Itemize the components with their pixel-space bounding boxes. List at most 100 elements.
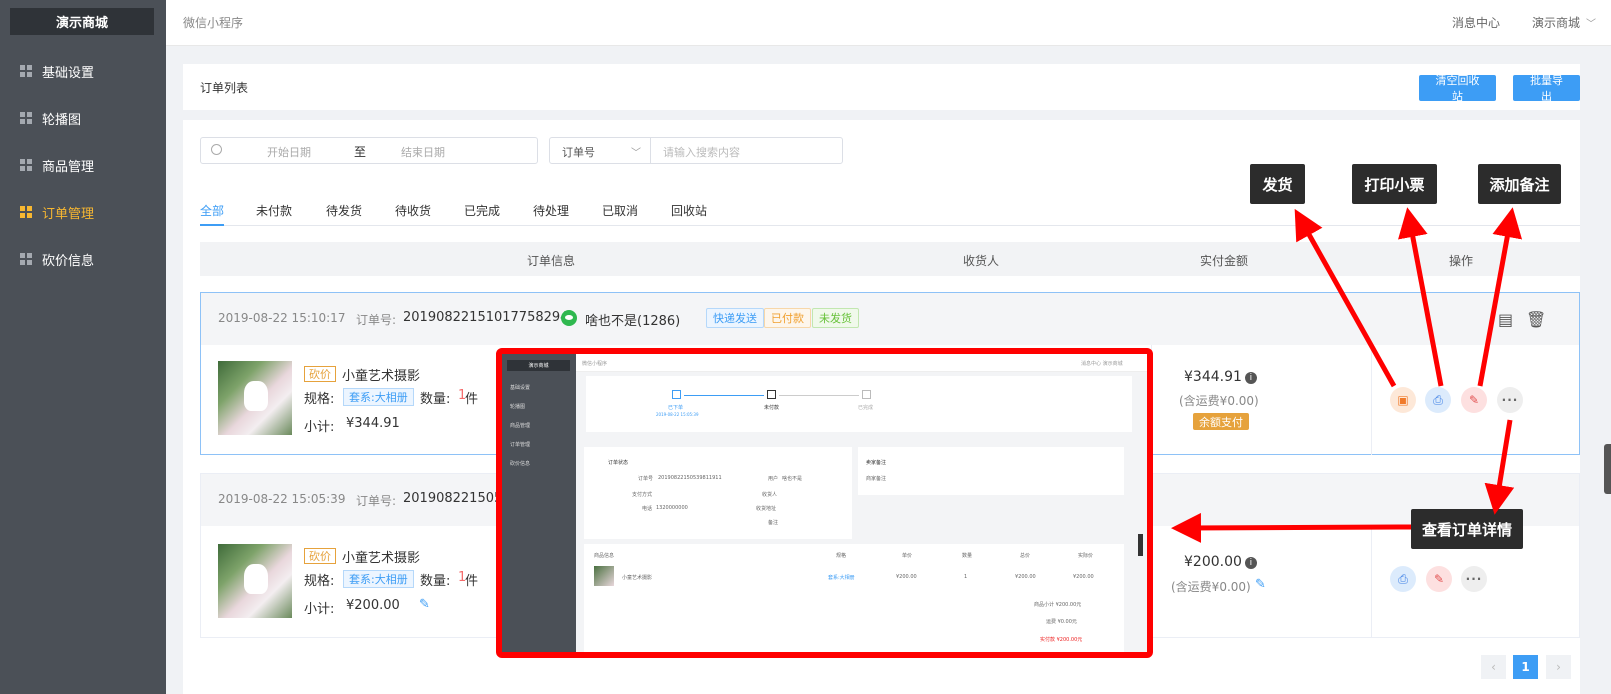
page-header: 订单列表 清空回收站 批量导出 [183,64,1580,110]
search-input[interactable]: 请输入搜索内容 [650,137,843,164]
sidebar-item-label: 商品管理 [42,159,95,175]
tab-completed[interactable]: 已完成 [464,202,500,219]
preview-top-right: 消息中心 演示商城 [1081,361,1123,367]
tab-recycle[interactable]: 回收站 [671,202,707,219]
shipping-fee: (含运费¥0.00) [1171,580,1251,594]
preview-sidebar: 演示商城 基础设置 轮播图 商品管理 订单管理 砍价信息 [502,354,576,652]
buyer-name[interactable]: 啥也不是(1286) [585,310,680,329]
top-bar: 微信小程序 消息中心 演示商城 ﹀ [166,0,1611,46]
paid-amount-value: ¥200.00 [1184,554,1242,570]
preview-remark-title: 卖家备注 [866,460,887,466]
delivery-type-badge: 快递发送 [706,308,764,328]
comment-icon[interactable]: ✎ [1461,387,1487,413]
tab-cancelled[interactable]: 已取消 [602,202,638,219]
chevron-down-icon: ﹀ [1586,19,1597,30]
start-date-input[interactable]: 开始日期 [267,144,311,160]
grid-icon [20,65,32,77]
callout-note: 添加备注 [1478,164,1561,204]
order-time: 2019-08-22 15:05:39 [218,492,346,506]
search-field-select[interactable]: 订单号 ﹀ [549,137,651,164]
preview-scrollbar [1138,534,1143,556]
message-center-link[interactable]: 消息中心 [1452,14,1500,31]
user-menu[interactable]: 演示商城 ﹀ [1532,14,1596,31]
col-amount: 实付金额 [1200,254,1249,268]
preview-paid: 实付款 ¥200.00元 [1040,637,1083,643]
preview-remark-card: 卖家备注 商家备注 [858,447,1124,495]
subtotal-label: 小计: [304,420,335,435]
spec-label: 规格: [304,574,335,589]
product-image [218,361,292,435]
sidebar-item-orders[interactable]: 订单管理 [0,192,166,232]
brand-logo[interactable]: 演示商城 [10,8,154,35]
qty-label: 数量: [420,392,451,407]
callout-ship: 发货 [1250,164,1305,204]
preview-remark-label: 商家备注 [866,476,887,482]
product-name[interactable]: 小童艺术摄影 [342,547,420,566]
sidebar-item-carousel[interactable]: 轮播图 [0,98,166,138]
order-no: 20190822151017758294 [403,310,569,325]
page-1-button[interactable]: 1 [1513,655,1538,679]
col-order-info: 订单信息 [527,254,576,268]
preview-value: 啥也不是 [782,476,803,482]
end-date-input[interactable]: 结束日期 [401,144,445,160]
comment-icon[interactable]: ✎ [1426,566,1452,592]
export-button[interactable]: 批量导出 [1513,75,1580,103]
more-icon[interactable]: ··· [1497,387,1523,413]
tab-to-ship[interactable]: 待发货 [326,202,362,219]
edit-fee-icon[interactable]: ✎ [1255,577,1266,592]
preview-step-label: 未付款 [764,405,780,411]
preview-step-line [779,395,859,396]
trash-icon[interactable]: 🗑 [1526,310,1546,329]
sidebar-item-products[interactable]: 商品管理 [0,145,166,185]
preview-label: 支付方式 [632,492,653,498]
printer-icon[interactable]: ⎙ [1390,566,1416,592]
printer-icon[interactable]: ⎙ [1425,387,1451,413]
info-icon[interactable]: i [1244,372,1257,384]
grid-icon [20,159,32,171]
product-name[interactable]: 小童艺术摄影 [342,365,420,384]
next-page-button[interactable]: › [1546,655,1571,679]
preview-th: 规格 [836,553,847,559]
preview-shipping: 运费 ¥0.00元 [1046,619,1077,625]
paid-amount-value: ¥344.91 [1184,369,1242,385]
ship-icon[interactable]: ▣ [1390,387,1416,413]
preview-th: 实际价 [1078,553,1094,559]
sidebar-item-label: 基础设置 [42,65,95,81]
more-icon[interactable]: ··· [1461,566,1487,592]
subtotal-value: ¥200.00 [346,598,400,613]
clear-recycle-button[interactable]: 清空回收站 [1419,75,1496,103]
preview-status-card: 订单状态 订单号 20190822150539811911 用户 啥也不是 支付… [584,447,852,539]
sidebar-item-label: 砍价信息 [42,253,95,269]
user-name: 演示商城 [1532,16,1581,30]
edit-price-icon[interactable]: ✎ [419,597,430,612]
sidebar-item-basic-settings[interactable]: 基础设置 [0,51,166,91]
preview-step-label: 已下单 [668,405,684,411]
sidebar-item-bargain[interactable]: 砍价信息 [0,239,166,279]
side-handle[interactable] [1604,444,1611,494]
prev-page-button[interactable]: ‹ [1481,655,1506,679]
page-title: 订单列表 [200,81,249,95]
paid-amount: ¥200.00 i [1184,554,1257,570]
range-separator: 至 [354,145,367,159]
order-no-label: 订单号: [356,494,397,508]
tab-unpaid[interactable]: 未付款 [256,202,292,219]
edit-doc-icon[interactable]: ▤ [1498,310,1514,329]
payment-method-badge: 余额支付 [1193,413,1249,430]
tab-to-receive[interactable]: 待收货 [395,202,431,219]
info-icon[interactable]: i [1244,557,1257,569]
date-range-picker[interactable]: 开始日期 至 结束日期 [200,137,538,164]
preview-label: 用户 [768,476,779,482]
preview-step-icon [672,390,681,399]
preview-nav-item: 商品管理 [510,423,531,429]
search-field-value: 订单号 [562,146,595,159]
preview-steps-card: 已下单 未付款 已完成 2019-08-22 15:05:39 [586,376,1132,432]
preview-nav-item: 订单管理 [510,442,531,448]
tab-pending[interactable]: 待处理 [533,202,569,219]
qty-unit: 件 [465,392,479,407]
preview-total: ¥200.00 [1015,574,1036,580]
preview-real: ¥200.00 [1073,574,1094,580]
callout-detail: 查看订单详情 [1411,509,1523,549]
tab-all[interactable]: 全部 [200,202,224,219]
breadcrumb: 微信小程序 [183,16,244,30]
product-image [218,544,292,618]
